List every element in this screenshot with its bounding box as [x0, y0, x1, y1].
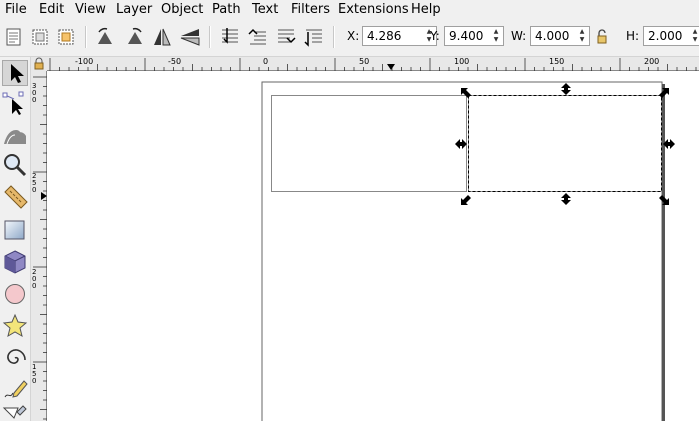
drawing-canvas[interactable] [48, 72, 699, 421]
spiral-tool[interactable] [2, 345, 28, 371]
cursor-marker-icon [387, 64, 395, 70]
menu-file[interactable]: File [5, 1, 27, 18]
spiral-icon [7, 349, 26, 364]
ruler-label: 250 [32, 172, 37, 194]
ruler-label: -50 [168, 57, 182, 66]
horizontal-ruler-ticks [49, 58, 697, 71]
toolbar-separator [333, 26, 335, 48]
tool-controls-bar: X: ▲▼ Y: ▲▼ W: ▲▼ H: ▲▼ [0, 20, 699, 57]
menu-layer[interactable]: Layer [116, 1, 152, 18]
canvas-drawing [261, 81, 675, 421]
menu-view[interactable]: View [75, 1, 106, 18]
pencil-tool[interactable] [2, 375, 28, 401]
ruler-label: -100 [75, 57, 94, 66]
ruler-label: 200 [644, 57, 660, 66]
h-spinner[interactable]: ▲ ▼ [689, 28, 699, 44]
raise-icon[interactable] [246, 25, 270, 49]
node-tool[interactable] [2, 90, 28, 116]
ellipse-tool[interactable] [2, 281, 28, 307]
menu-object[interactable]: Object [161, 1, 203, 18]
flip-horizontal-icon[interactable] [150, 25, 174, 49]
menu-path[interactable]: Path [212, 1, 241, 18]
page-shadow [662, 84, 665, 421]
w-field[interactable]: ▲▼ [530, 26, 595, 46]
toolbar-separator [209, 26, 211, 48]
ruler-label: 150 [549, 57, 565, 66]
tweak-tool[interactable] [2, 120, 28, 146]
rectangle-shape[interactable] [271, 95, 467, 192]
ruler-label: 50 [359, 57, 370, 66]
x-input[interactable] [363, 27, 427, 45]
select-all-icon[interactable] [2, 25, 26, 49]
rectangle-icon [4, 220, 25, 240]
lock-guides-icon[interactable] [31, 57, 47, 71]
measure-tool[interactable] [2, 184, 28, 210]
toolbar-separator [85, 26, 87, 48]
lower-icon[interactable] [274, 25, 298, 49]
cursor-marker-icon [41, 192, 47, 200]
rotate-cw-icon[interactable] [122, 25, 146, 49]
star-icon [2, 313, 28, 338]
deselect-icon[interactable] [54, 25, 78, 49]
w-label: W: [511, 29, 527, 43]
3d-box-tool[interactable] [2, 249, 28, 275]
node-editor-icon [2, 91, 24, 115]
menu-extensions[interactable]: Extensions [338, 1, 409, 18]
select-all-layers-icon[interactable] [28, 25, 52, 49]
lock-icon[interactable] [596, 29, 608, 45]
rotate-ccw-icon[interactable] [94, 25, 118, 49]
y-field[interactable]: ▲▼ [444, 26, 509, 46]
magnifier-icon [4, 154, 27, 177]
y-spinner[interactable]: ▲ ▼ [490, 28, 502, 44]
selector-tool[interactable] [2, 60, 28, 86]
toolbox [0, 57, 31, 421]
x-field[interactable]: ▲▼ [362, 26, 437, 46]
x-label: X: [347, 29, 360, 43]
3d-box-icon [4, 250, 26, 274]
ruler-corner [31, 57, 47, 71]
horizontal-ruler[interactable]: -100 -50 0 50 100 150 200 [47, 57, 699, 71]
menu-bar: File Edit View Layer Object Path Text Fi… [0, 0, 699, 20]
raise-to-top-icon[interactable] [218, 25, 242, 49]
w-spinner[interactable]: ▲ ▼ [576, 28, 588, 44]
h-label: H: [626, 29, 640, 43]
ruler-label: 0 [263, 57, 269, 66]
ruler-label: 200 [32, 268, 37, 290]
circle-icon [5, 284, 25, 304]
ruler-label: 100 [454, 57, 470, 66]
tweak-wave-icon [4, 130, 26, 145]
vertical-ruler[interactable]: 300 250 200 150 [31, 71, 47, 421]
flip-vertical-icon[interactable] [178, 25, 202, 49]
zoom-tool[interactable] [2, 152, 28, 178]
selected-rectangle-shape[interactable] [468, 95, 662, 192]
h-field[interactable]: ▲▼ [643, 26, 699, 46]
menu-text[interactable]: Text [252, 1, 278, 18]
ruler-label: 150 [32, 363, 37, 385]
menu-filters[interactable]: Filters [291, 1, 330, 18]
rectangle-tool[interactable] [2, 217, 28, 243]
ruler-label: 300 [32, 82, 37, 104]
arrow-icon [11, 64, 24, 83]
pen-tool[interactable] [2, 402, 28, 428]
pencil-icon [4, 380, 28, 398]
menu-help[interactable]: Help [411, 1, 441, 18]
y-label: Y: [430, 29, 440, 43]
ruler-measure-icon [4, 185, 28, 209]
lower-to-bottom-icon[interactable] [302, 25, 326, 49]
star-tool[interactable] [2, 313, 28, 339]
menu-edit[interactable]: Edit [39, 1, 64, 18]
